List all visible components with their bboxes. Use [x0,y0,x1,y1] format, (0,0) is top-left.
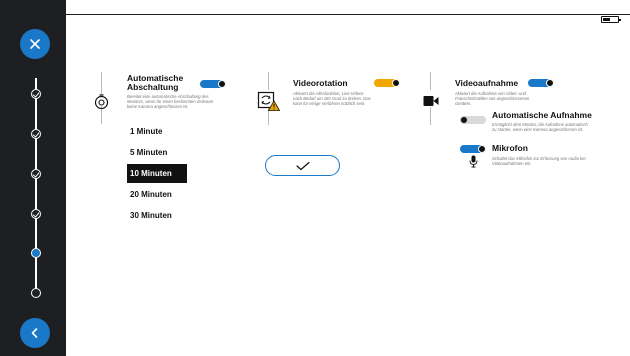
auto-shutdown-description: Bereitet eine automatische Abschaltung d… [127,94,214,109]
auto-shutdown-toggle[interactable] [200,80,226,88]
step-1-done [31,89,41,99]
step-6-pending [31,288,41,298]
video-rotation-description: Aktiviert die Allesfunktion, Live-Videos… [293,91,371,106]
check-icon [295,161,310,170]
step-2-done [31,129,41,139]
auto-recording-toggle[interactable] [460,116,486,124]
microphone-description: Schaltet das Mikrofon zur Erfassung von … [492,156,586,166]
option-1-minute[interactable]: 1 Minute [127,122,187,141]
auto-recording-title: Automatische Aufnahme [492,110,592,120]
auto-recording-description: Ermöglicht dem Monitor, die Aufnahme aut… [492,122,588,132]
option-10-minutes-selected[interactable]: 10 Minuten [127,164,187,183]
confirm-button[interactable] [265,155,340,176]
auto-shutdown-title: Automatische Abschaltung [127,73,184,92]
video-recording-toggle[interactable] [528,79,554,87]
video-rotation-toggle[interactable] [374,79,400,87]
rotate-warning-icon [257,91,281,111]
divider [430,107,431,125]
step-4-done [31,209,41,219]
divider [101,72,102,94]
close-icon [30,39,40,49]
top-border [66,14,630,15]
progress-rail [35,78,37,293]
back-button[interactable] [20,318,50,348]
video-rotation-title: Videorotation [293,78,348,88]
microphone-icon [469,155,478,168]
microphone-title: Mikrofon [492,143,528,153]
video-recording-description: Aktiviert die Aufnahme von Video- und Fo… [455,91,530,106]
divider [430,72,431,90]
option-5-minutes[interactable]: 5 Minuten [127,143,187,162]
video-recording-title: Videoaufnahme [455,78,519,88]
chevron-left-icon [31,328,38,338]
option-30-minutes[interactable]: 30 Minuten [127,206,187,225]
video-camera-icon [423,96,439,106]
step-3-done [31,169,41,179]
close-button[interactable] [20,29,50,59]
sidebar [0,0,66,356]
divider [268,72,269,90]
timer-icon [94,94,109,110]
microphone-toggle[interactable] [460,145,486,153]
battery-icon [601,16,621,23]
option-20-minutes[interactable]: 20 Minuten [127,185,187,204]
step-5-current [31,248,41,258]
